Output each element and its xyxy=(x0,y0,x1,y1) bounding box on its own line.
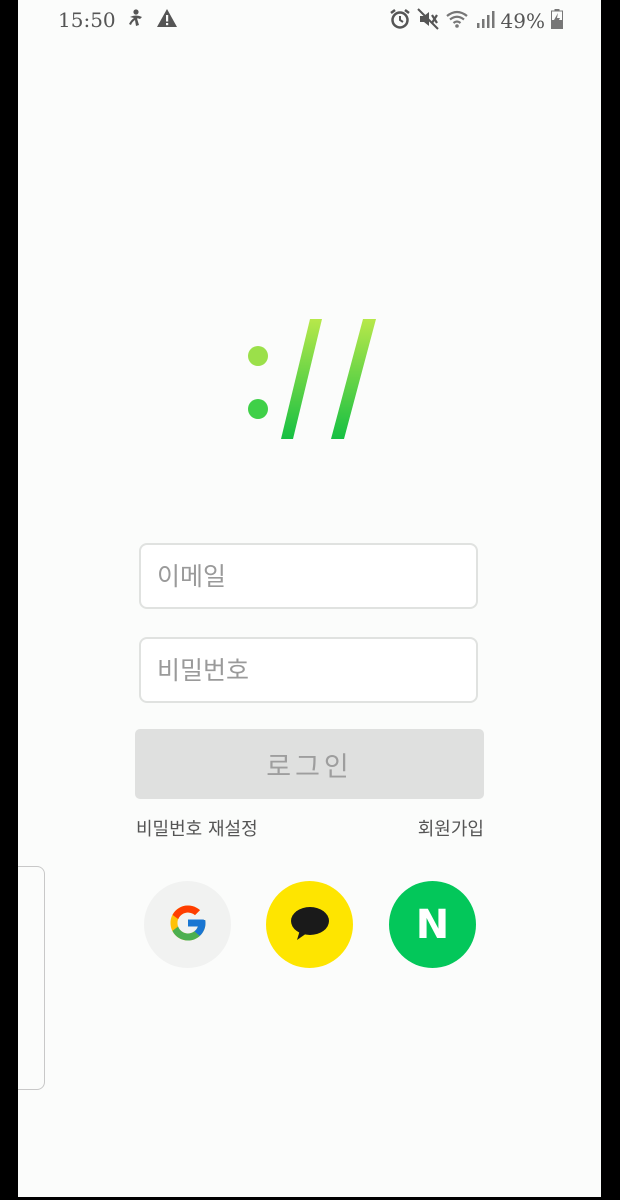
battery-percent: 49% xyxy=(500,9,545,33)
wifi-icon xyxy=(445,9,469,33)
kakao-login-button[interactable] xyxy=(266,881,353,968)
alarm-icon xyxy=(389,8,411,34)
edge-panel-handle[interactable] xyxy=(18,866,45,1090)
naver-icon: N xyxy=(415,901,450,948)
password-input[interactable] xyxy=(141,639,476,701)
email-field[interactable] xyxy=(139,543,478,609)
warning-icon xyxy=(156,8,178,32)
app-logo xyxy=(246,315,381,445)
google-login-button[interactable] xyxy=(144,881,231,968)
accessibility-icon xyxy=(126,8,146,32)
signup-link[interactable]: 회원가입 xyxy=(418,815,484,841)
kakao-talk-icon xyxy=(289,904,331,946)
status-time: 15:50 xyxy=(58,8,116,32)
reset-password-link[interactable]: 비밀번호 재설정 xyxy=(136,815,258,841)
app-screen: 15:50 49% 이메일 로그인 비밀번호 재설정 회원가입 N xyxy=(18,0,601,1197)
email-input[interactable] xyxy=(141,545,476,607)
status-bar: 15:50 49% xyxy=(18,0,601,40)
naver-login-button[interactable]: N xyxy=(389,881,476,968)
signal-icon xyxy=(475,9,495,33)
mute-icon xyxy=(416,8,439,34)
battery-icon xyxy=(551,9,563,33)
password-field[interactable] xyxy=(139,637,478,703)
login-button[interactable]: 로그인 xyxy=(135,729,484,799)
google-icon xyxy=(167,902,209,948)
